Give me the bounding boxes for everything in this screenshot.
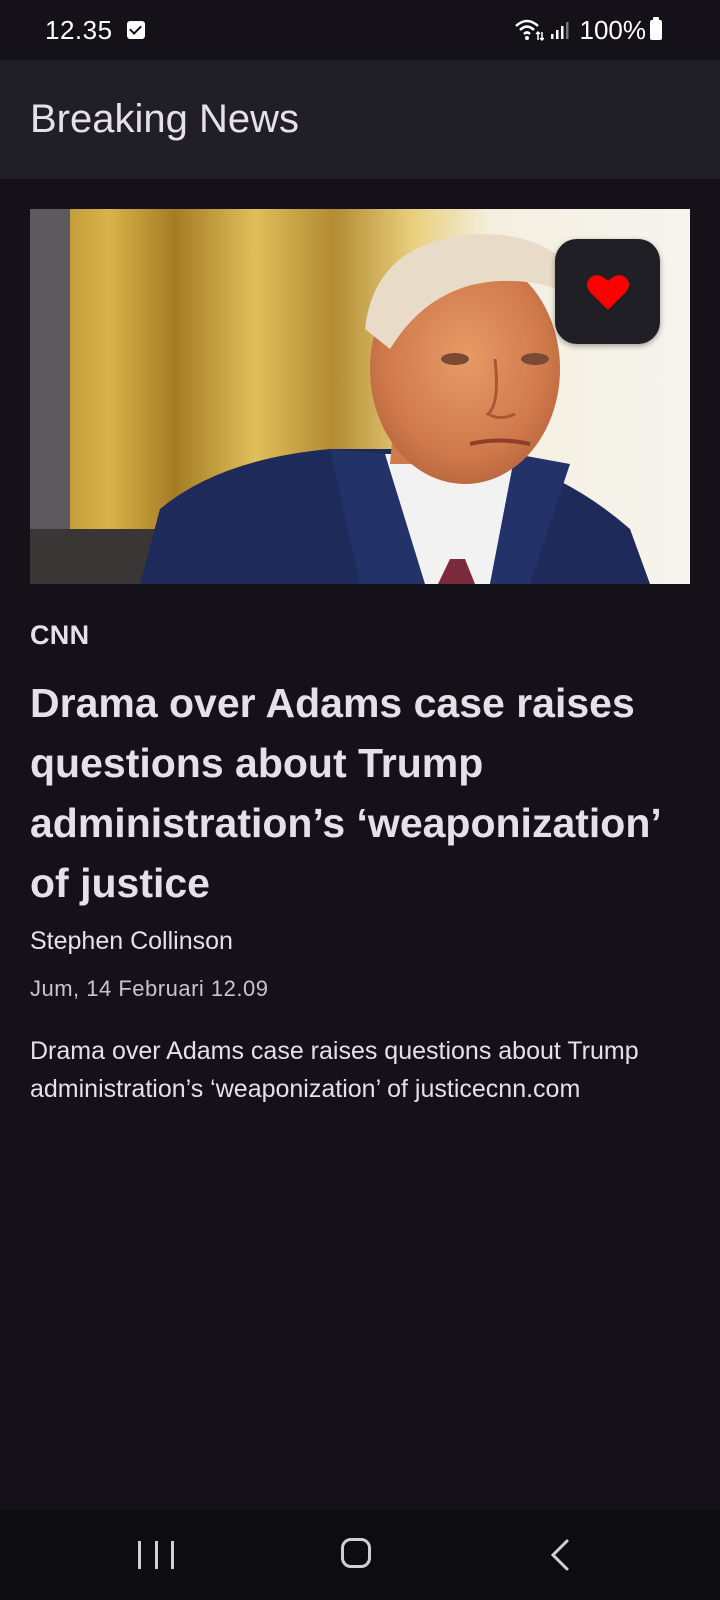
system-nav-bar [0,1510,720,1600]
status-right: 100% [514,14,662,46]
home-icon[interactable] [341,1538,371,1568]
favorite-button[interactable] [555,239,660,344]
wifi-icon [514,19,544,42]
status-left: 12.35 [45,15,145,46]
article-author: Stephen Collinson [30,927,233,955]
page-title: Breaking News [30,97,300,141]
article-image [30,209,690,584]
battery-percentage: 100% [579,14,647,45]
article-source: CNN [30,620,90,650]
back-icon[interactable] [548,1538,572,1572]
article-headline: Drama over Adams case raises questions a… [30,680,660,906]
article-date: Jum, 14 Februari 12.09 [30,976,269,1001]
article-detail: CNN Drama over Adams case raises questio… [30,209,690,1108]
article-description: Drama over Adams case raises questions a… [30,1037,639,1103]
heart-icon [586,274,629,310]
screen: 12.35 100% Breaking News CNN Drama over … [0,0,720,1600]
recents-icon[interactable] [138,1538,174,1572]
app-bar: Breaking News [0,60,720,179]
signal-icon [550,22,568,39]
checkbox-notification-icon [126,21,145,39]
battery-icon [650,17,662,40]
status-time: 12.35 [45,14,113,45]
status-bar: 12.35 100% [0,0,720,60]
